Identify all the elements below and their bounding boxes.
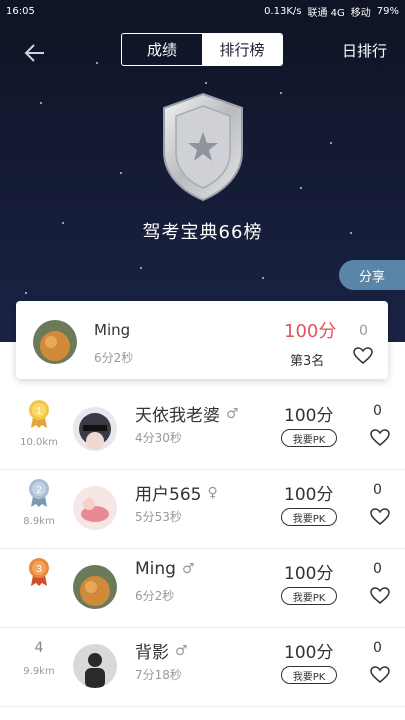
avatar [73,644,117,688]
heart-icon[interactable] [370,587,390,605]
user-name: Ming [135,559,176,579]
share-button[interactable]: 分享 [339,260,405,290]
my-rank: 第3名 [290,354,325,369]
network-speed: 0.13K/s [264,5,302,17]
battery-level: 79% [376,5,399,17]
likes-count: 0 [373,403,382,419]
ranking-row: 2 8.9km 用户565 ♀ 5分53秒 100分 我要PK 0 [0,470,405,549]
avatar [73,565,117,609]
distance-label: 9.9km [23,666,55,677]
daily-ranking-button[interactable]: 日排行 [342,40,387,61]
ranking-row: 3 Ming ♂ 6分2秒 100分 我要PK 0 [0,549,405,628]
shield-badge-icon [163,92,243,202]
avatar [73,407,117,451]
tab-ranking[interactable]: 排行榜 [202,34,282,65]
avatar [73,486,117,530]
my-rank-card: Ming 6分2秒 100分 第3名 0 [16,301,388,379]
user-time: 5分53秒 [135,510,182,524]
ranking-row: 4 9.9km 背影 ♂ 7分18秒 100分 我要PK 0 [0,628,405,707]
user-score: 100分 [284,406,334,426]
likes-count: 0 [373,561,382,577]
user-score: 100分 [284,564,334,584]
medal-rank-3: 3 [36,564,42,575]
heart-icon[interactable] [370,508,390,526]
user-score: 100分 [284,643,334,663]
user-name: 天依我老婆 [135,406,220,426]
carrier-2: 移动 [350,7,371,19]
ranking-row: 1 10.0km 天依我老婆 ♂ 4分30秒 100分 我要PK 0 [0,391,405,470]
rank-column: 4 9.9km [14,636,64,696]
likes-count: 0 [373,482,382,498]
distance-label: 10.0km [20,437,58,448]
heart-icon[interactable] [370,429,390,447]
user-time: 4分30秒 [135,431,182,445]
rank-column: 1 10.0km [14,399,64,459]
bronze-medal-icon: 3 [29,558,49,586]
gender-icon: ♂ [181,561,195,577]
medal-rank-1: 1 [36,406,42,417]
pk-button[interactable]: 我要PK [281,666,337,684]
hero-header: 成绩 排行榜 日排行 驾考宝典66榜 分享 [0,22,405,342]
gold-medal-icon: 1 [29,400,49,428]
board-title: 驾考宝典66榜 [142,222,263,243]
gender-icon: ♀ [207,484,218,501]
user-time: 6分2秒 [135,589,175,603]
carrier-1: 联通 4G [307,7,345,19]
back-arrow-icon[interactable] [22,40,48,66]
my-likes-count: 0 [359,323,368,339]
gender-icon: ♂ [175,642,188,659]
rank-column: 2 8.9km [14,478,64,538]
avatar [33,320,77,364]
tab-bar: 成绩 排行榜 [121,33,283,66]
user-name: 背影 [135,643,169,663]
my-score: 100分 [284,321,337,342]
status-bar: 16:05 0.13K/s 联通 4G 移动 79% [0,0,405,22]
my-time: 6分2秒 [94,351,134,365]
pk-button[interactable]: 我要PK [281,429,337,447]
user-time: 7分18秒 [135,668,182,682]
distance-label: 8.9km [23,516,55,527]
user-name: 用户565 [135,485,202,505]
gender-icon: ♂ [226,405,239,422]
my-name: Ming [94,321,131,339]
medal-rank-2: 2 [36,485,42,496]
rank-number: 4 [34,640,44,656]
heart-icon[interactable] [370,666,390,684]
rank-column: 3 [14,557,64,617]
heart-icon[interactable] [353,347,373,365]
status-time: 16:05 [6,5,35,17]
likes-count: 0 [373,640,382,656]
pk-button[interactable]: 我要PK [281,587,337,605]
silver-medal-icon: 2 [29,479,49,507]
pk-button[interactable]: 我要PK [281,508,337,526]
user-score: 100分 [284,485,334,505]
tab-score[interactable]: 成绩 [122,34,202,65]
